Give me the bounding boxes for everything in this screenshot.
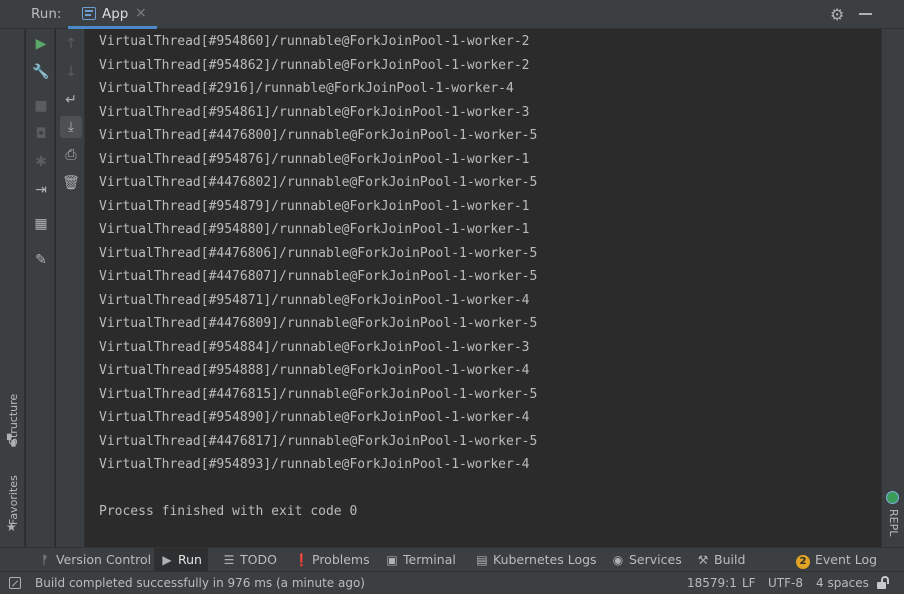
console-line: VirtualThread[#4476802]/runnable@ForkJoi… xyxy=(99,175,538,190)
line-separator[interactable]: LF xyxy=(742,576,756,590)
left-tool-stripe: Structure Favorites ▚ ★ xyxy=(0,29,25,547)
star-icon: ★ xyxy=(6,520,17,534)
tab-todo[interactable]: ☰ TODO xyxy=(222,548,277,572)
wrench-icon[interactable]: 🔧 xyxy=(30,61,52,83)
caret-position[interactable]: 18579:1 xyxy=(687,576,737,590)
hammer-icon: ⚒ xyxy=(697,553,709,567)
branch-icon: ᚠ xyxy=(41,553,49,567)
repl-tab[interactable]: REPL xyxy=(882,489,904,547)
console-line: VirtualThread[#4476807]/runnable@ForkJoi… xyxy=(99,269,538,284)
tab-run-label: Run xyxy=(178,552,202,567)
stop-icon[interactable]: ■ xyxy=(30,95,52,117)
indent-setting[interactable]: 4 spaces xyxy=(816,576,869,590)
trash-icon[interactable]: 🗑 xyxy=(60,172,82,194)
console-line: VirtualThread[#2916]/runnable@ForkJoinPo… xyxy=(99,81,514,96)
run-icon: ▶ xyxy=(162,553,172,567)
run-label: Run: xyxy=(31,6,62,22)
status-message[interactable]: Build completed successfully in 976 ms (… xyxy=(35,576,365,590)
console-line: VirtualThread[#4476800]/runnable@ForkJoi… xyxy=(99,128,538,143)
console-line: VirtualThread[#954884]/runnable@ForkJoin… xyxy=(99,339,530,355)
tab-version-control[interactable]: ᚠ Version Control xyxy=(38,548,151,572)
scroll-to-end-icon[interactable]: ⤓ xyxy=(60,116,82,138)
tab-kubernetes-logs-label: Kubernetes Logs xyxy=(493,552,597,567)
console-actions-toolbar: ↑ ↓ ↵ ⤓ ⎙ 🗑 xyxy=(56,29,85,547)
document-icon: ▤ xyxy=(476,553,488,567)
console-line: VirtualThread[#4476809]/runnable@ForkJoi… xyxy=(99,316,538,331)
console-line: VirtualThread[#954862]/runnable@ForkJoin… xyxy=(99,57,530,73)
soft-wrap-icon[interactable]: ↵ xyxy=(60,89,82,111)
hide-tool-windows-icon[interactable] xyxy=(9,577,21,589)
tab-version-control-label: Version Control xyxy=(56,552,152,567)
structure-tab[interactable]: Structure xyxy=(0,379,25,469)
exit-message: Process finished with exit code 0 xyxy=(99,504,358,519)
console-line: VirtualThread[#954876]/runnable@ForkJoin… xyxy=(99,151,530,167)
debug-icon[interactable]: ✱ xyxy=(30,151,52,173)
problems-icon: ❗ xyxy=(294,553,309,567)
gear-icon[interactable]: ⚙ xyxy=(830,5,844,24)
tab-terminal[interactable]: ▣ Terminal xyxy=(385,548,456,572)
console-line: VirtualThread[#4476806]/runnable@ForkJoi… xyxy=(99,245,538,261)
console-line: VirtualThread[#954860]/runnable@ForkJoin… xyxy=(99,34,530,49)
tab-services-label: Services xyxy=(629,552,682,567)
list-icon: ☰ xyxy=(223,553,235,567)
run-icon[interactable]: ▶ xyxy=(30,33,52,55)
right-tool-stripe: REPL xyxy=(881,29,904,547)
tool-window-bar: ᚠ Version Control ▶ Run ☰ TODO ❗ Problems ▣ T… xyxy=(0,547,904,572)
tab-problems-label: Problems xyxy=(312,552,370,567)
tab-terminal-label: Terminal xyxy=(403,552,456,567)
run-actions-toolbar: ▶ 🔧 ■ ◘ ✱ ⇥ ▦ ✎ xyxy=(26,29,55,547)
lock-icon[interactable] xyxy=(876,576,890,590)
repl-tab-label: REPL xyxy=(887,509,900,537)
console-line: VirtualThread[#954890]/runnable@ForkJoin… xyxy=(99,410,530,425)
console-line: VirtualThread[#4476817]/runnable@ForkJoi… xyxy=(99,433,538,449)
pin-icon[interactable]: ✎ xyxy=(30,249,52,271)
tab-app[interactable]: App × xyxy=(68,0,157,29)
down-arrow-icon[interactable]: ↓ xyxy=(60,61,82,83)
application-icon xyxy=(82,7,96,20)
file-encoding[interactable]: UTF-8 xyxy=(768,576,803,590)
console-line: VirtualThread[#954861]/runnable@ForkJoin… xyxy=(99,104,530,120)
services-icon: ◉ xyxy=(612,553,624,567)
exit-icon[interactable]: ⇥ xyxy=(30,179,52,201)
status-bar: Build completed successfully in 976 ms (… xyxy=(0,571,904,594)
run-tool-window-header: Run: App × ⚙ xyxy=(0,0,904,29)
close-tab-icon[interactable]: × xyxy=(135,5,147,21)
console-line: VirtualThread[#954871]/runnable@ForkJoin… xyxy=(99,292,530,308)
console-output[interactable]: VirtualThread[#954860]/runnable@ForkJoin… xyxy=(86,29,881,547)
layout-icon[interactable]: ▦ xyxy=(30,213,52,235)
console-line: VirtualThread[#954893]/runnable@ForkJoin… xyxy=(99,457,530,472)
tab-app-label: App xyxy=(102,6,129,22)
camera-icon[interactable]: ◘ xyxy=(30,123,52,145)
console-line: VirtualThread[#954879]/runnable@ForkJoin… xyxy=(99,198,530,214)
favorites-tab-label: Favorites xyxy=(7,475,20,525)
minimize-icon[interactable] xyxy=(859,13,872,15)
tab-todo-label: TODO xyxy=(240,552,277,567)
tab-build[interactable]: ⚒ Build xyxy=(696,548,746,572)
print-icon[interactable]: ⎙ xyxy=(60,144,82,166)
repl-icon xyxy=(886,491,899,504)
up-arrow-icon[interactable]: ↑ xyxy=(60,33,82,55)
tab-services[interactable]: ◉ Services xyxy=(611,548,682,572)
tab-problems[interactable]: ❗ Problems xyxy=(294,548,370,572)
console-line: VirtualThread[#4476815]/runnable@ForkJoi… xyxy=(99,386,538,402)
tab-event-log-label: Event Log xyxy=(815,552,878,567)
console-line: VirtualThread[#954880]/runnable@ForkJoin… xyxy=(99,222,530,237)
tab-kubernetes-logs[interactable]: ▤ Kubernetes Logs xyxy=(475,548,597,572)
event-log-badge: 2 xyxy=(796,555,810,569)
structure-icon: ▚ xyxy=(7,434,16,447)
terminal-icon: ▣ xyxy=(386,553,398,567)
tab-event-log[interactable]: 2 Event Log xyxy=(796,548,877,572)
tab-run[interactable]: ▶ Run xyxy=(154,548,208,572)
tab-build-label: Build xyxy=(714,552,746,567)
console-line: VirtualThread[#954888]/runnable@ForkJoin… xyxy=(99,363,530,378)
